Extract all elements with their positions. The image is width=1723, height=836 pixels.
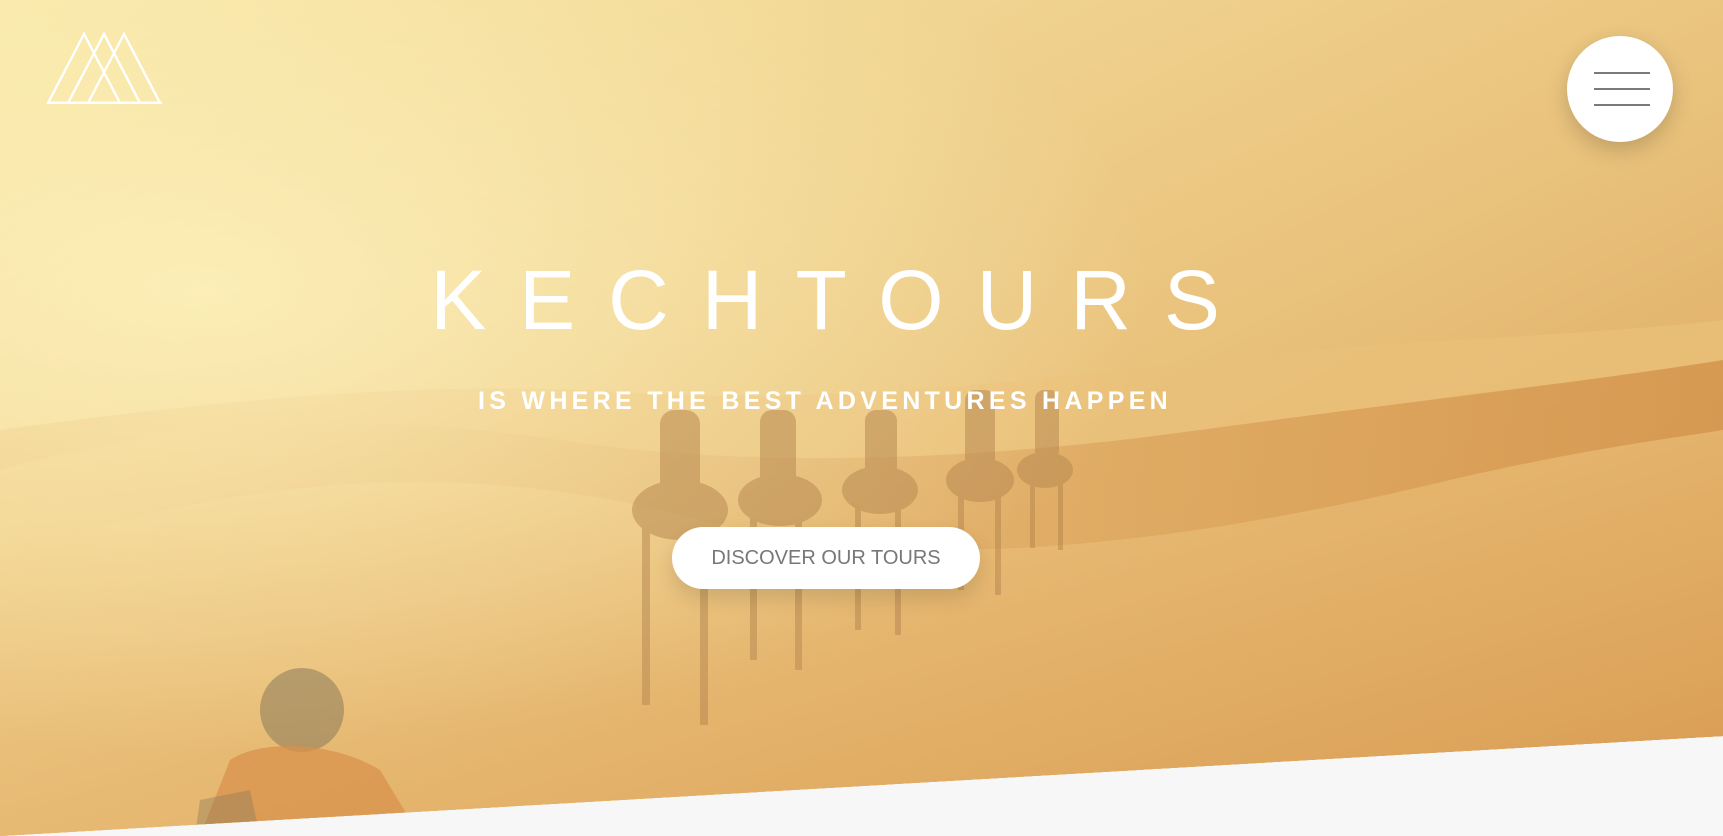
hamburger-menu-icon bbox=[1594, 72, 1650, 74]
brand-title: KECHTOURS bbox=[430, 253, 1253, 347]
hamburger-menu-icon-line-middle bbox=[1594, 88, 1650, 90]
page: KECHTOURS IS WHERE THE BEST ADVENTURES H… bbox=[0, 0, 1723, 836]
desert-caravan-background-image bbox=[0, 0, 1723, 836]
hero-section: KECHTOURS IS WHERE THE BEST ADVENTURES H… bbox=[0, 0, 1723, 836]
discover-tours-button[interactable]: DISCOVER OUR TOURS bbox=[672, 527, 980, 589]
hamburger-menu-button[interactable] bbox=[1567, 36, 1673, 142]
hero-tagline: IS WHERE THE BEST ADVENTURES HAPPEN bbox=[477, 387, 1173, 415]
hero-heading: KECHTOURS IS WHERE THE BEST ADVENTURES H… bbox=[0, 250, 1650, 416]
hero-heading-group: KECHTOURS IS WHERE THE BEST ADVENTURES H… bbox=[0, 250, 1650, 416]
hamburger-menu-icon-line-bottom bbox=[1594, 104, 1650, 106]
sun-glow bbox=[0, 0, 1723, 836]
mountain-logo-icon[interactable] bbox=[46, 31, 164, 105]
